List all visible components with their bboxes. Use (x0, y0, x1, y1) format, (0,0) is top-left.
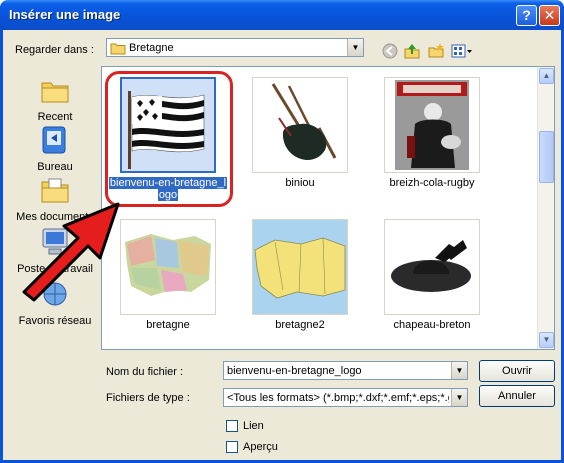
recent-icon (41, 82, 69, 103)
place-network-label: Favoris réseau (18, 315, 92, 327)
place-recent-label: Recent (37, 111, 73, 123)
file-item[interactable]: bretagne2 (234, 219, 358, 345)
cancel-button[interactable]: Annuler (479, 385, 555, 407)
new-folder-icon[interactable] (427, 42, 445, 60)
brittany-map-thumbnail (125, 234, 211, 296)
selection-highlight-ring (105, 71, 233, 207)
views-menu-icon[interactable] (450, 42, 474, 60)
desktop-icon (42, 126, 66, 154)
chevron-down-icon[interactable]: ▼ (451, 389, 467, 406)
red-arrow-annotation (22, 202, 120, 302)
preview-checkbox-label: Aperçu (243, 441, 278, 453)
scroll-up-icon[interactable]: ▲ (539, 68, 554, 84)
back-icon[interactable] (381, 42, 399, 60)
file-thumbnail (120, 219, 216, 315)
filename-value: bienvenu-en-bretagne_logo (227, 365, 362, 377)
file-item[interactable]: breizh-cola-rugby (366, 77, 490, 203)
place-desktop-label: Bureau (37, 161, 73, 173)
look-in-value: Bretagne (129, 42, 174, 54)
file-name: breizh-cola-rugby (389, 177, 475, 189)
cola-rugby-poster-thumbnail (395, 80, 469, 170)
place-recent[interactable]: Recent (9, 74, 101, 123)
scroll-thumb[interactable] (539, 131, 554, 183)
chevron-down-icon[interactable]: ▼ (451, 362, 467, 379)
file-list-view[interactable]: bienvenu-en-bretagne_l ogo biniou breizh… (101, 66, 555, 350)
filetype-value: <Tous les formats> (*.bmp;*.dxf;*.emf;*.… (227, 392, 449, 404)
filetype-select[interactable]: <Tous les formats> (*.bmp;*.dxf;*.emf;*.… (223, 388, 468, 407)
look-in-combo[interactable]: Bretagne ▼ (106, 38, 364, 57)
file-name: bretagne2 (275, 319, 325, 331)
place-desktop[interactable]: Bureau (9, 124, 101, 173)
file-item[interactable]: biniou (234, 77, 358, 203)
file-name: chapeau-breton (393, 319, 471, 331)
filename-label: Nom du fichier : (106, 366, 184, 378)
link-checkbox[interactable] (226, 420, 238, 432)
file-thumbnail (252, 219, 348, 315)
vertical-scrollbar[interactable]: ▲ ▼ (537, 67, 554, 349)
open-button[interactable]: Ouvrir (479, 360, 555, 382)
look-in-label: Regarder dans : (15, 44, 94, 56)
file-name: biniou (285, 177, 315, 189)
chevron-down-icon[interactable]: ▼ (347, 39, 363, 56)
scroll-down-icon[interactable]: ▼ (539, 332, 554, 348)
title-bar[interactable]: Insérer une image ? ✕ (0, 0, 564, 30)
folder-icon (110, 43, 126, 55)
filename-input[interactable]: bienvenu-en-bretagne_logo ▼ (223, 361, 468, 380)
file-name: bretagne (146, 319, 190, 331)
breton-hat-thumbnail (391, 240, 471, 292)
filetype-label: Fichiers de type : (106, 392, 190, 404)
file-thumbnail (384, 77, 480, 173)
file-item[interactable]: chapeau-breton (366, 219, 490, 345)
brittany-map-2-thumbnail (253, 220, 347, 314)
link-checkbox-label: Lien (243, 420, 264, 432)
dialog-title: Insérer une image (9, 7, 121, 22)
help-button[interactable]: ? (516, 5, 537, 26)
preview-checkbox[interactable] (226, 441, 238, 453)
bagpipe-thumbnail (271, 83, 337, 161)
up-folder-icon[interactable] (403, 42, 421, 60)
close-button[interactable]: ✕ (539, 5, 560, 26)
file-thumbnail (252, 77, 348, 173)
file-thumbnail (384, 219, 480, 315)
